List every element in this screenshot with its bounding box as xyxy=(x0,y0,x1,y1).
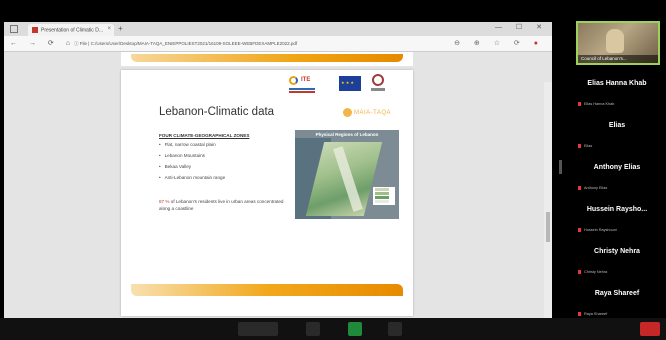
participant-sub: Elias xyxy=(578,144,592,148)
brand-logo: MAIA-TAQA xyxy=(343,108,391,117)
participant-sub-label: Christy Nehra xyxy=(584,270,608,274)
meeting-controls-bar xyxy=(0,318,666,340)
emblem-base xyxy=(371,88,385,91)
participant-sub: Raya Shareef xyxy=(578,312,607,316)
mic-muted-icon xyxy=(578,186,581,190)
chat-control[interactable] xyxy=(306,322,320,336)
participant-name: Christy Nehra xyxy=(594,248,640,255)
eu-flag-logo xyxy=(339,76,361,91)
tab-title: Presentation of Climatic D... xyxy=(41,27,103,34)
browser-toolbar-icons[interactable]: ⊖ ⊕ ☆ ⟳ ● xyxy=(454,39,544,47)
participant-sub: Elias Hanna Khab xyxy=(578,102,614,106)
slide-footer-band xyxy=(131,284,403,296)
brand-text: MAIA-TAQA xyxy=(354,110,392,117)
mic-muted-icon xyxy=(578,270,581,274)
zones-list: Flat, narrow coastal plain Lebanon Mount… xyxy=(159,142,226,186)
zoom-meeting-window: Presentation of Climatic D... × + — ☐ ✕ … xyxy=(0,0,666,340)
participant-name: Hussein Raysho... xyxy=(586,206,648,213)
nav-buttons[interactable]: ← → ⟳ ⌂ xyxy=(10,39,75,47)
panel-resize-handle[interactable] xyxy=(559,160,562,174)
participant-tile[interactable]: Hussein Raysho... Hussein Rayshouni xyxy=(574,196,660,236)
participant-tile[interactable]: Anthony Elias Anthony Elias xyxy=(574,154,660,194)
zones-heading: FOUR CLIMATE-GEOGRAPHICAL ZONES xyxy=(159,133,250,138)
participant-name: Elias Hanna Khab xyxy=(587,80,647,87)
slide-footer-band xyxy=(131,54,403,62)
pdf-page: ITE Lebanon-Climatic data MAIA-TAQA FOUR… xyxy=(121,70,413,316)
urban-note-text: of Lebanon's residents live in urban are… xyxy=(159,199,284,211)
participant-sub-label: Anthony Elias xyxy=(584,186,608,190)
emblem-seal xyxy=(372,74,384,86)
legend-swatch xyxy=(375,200,389,203)
legend-swatch xyxy=(375,188,389,191)
url-field[interactable]: ⓘ File | C:/Users/User/Desktop/MAIA-TAQA… xyxy=(70,39,400,49)
mic-muted-icon xyxy=(578,312,581,316)
participant-sub-label: Hussein Rayshouni xyxy=(584,228,617,232)
brand-dot-icon xyxy=(343,108,352,117)
list-item: Lebanon Mountains xyxy=(159,153,225,164)
participant-sub: Hussein Rayshouni xyxy=(578,228,617,232)
participant-name: Elias xyxy=(608,122,626,129)
new-tab-button[interactable]: + xyxy=(118,24,123,33)
map-legend xyxy=(373,187,395,205)
reactions-control[interactable] xyxy=(348,322,362,336)
partner-logo-lines xyxy=(289,88,315,90)
partner-logo-text: ITE xyxy=(301,77,311,83)
previous-page-bottom xyxy=(121,52,413,66)
slide-title: Lebanon-Climatic data xyxy=(159,106,275,118)
participant-tile[interactable]: Raya Shareef Raya Shareef xyxy=(574,280,660,320)
participant-sub-label: Elias Hanna Khab xyxy=(584,102,615,106)
window-controls[interactable]: — ☐ ✕ xyxy=(495,23,548,31)
participant-tile[interactable]: Elias Hanna Khab Elias Hanna Khab xyxy=(574,70,660,110)
participant-name: Raya Shareef xyxy=(594,290,640,297)
participant-name: Anthony Elias xyxy=(593,164,641,171)
apps-control[interactable] xyxy=(388,322,402,336)
shared-screen: Presentation of Climatic D... × + — ☐ ✕ … xyxy=(4,22,552,318)
browser-tabbar: Presentation of Climatic D... × + — ☐ ✕ xyxy=(4,22,552,36)
active-video-tile[interactable]: Council of Lebanon's... xyxy=(576,21,660,65)
participant-sub: Christy Nehra xyxy=(578,270,607,274)
lebanon-map-image: Physical Regions of Lebanon xyxy=(295,130,399,219)
pdf-icon xyxy=(32,27,38,33)
participant-tile[interactable]: Elias Elias xyxy=(574,112,660,152)
participant-sub: Anthony Elias xyxy=(578,186,607,190)
legend-swatch xyxy=(375,196,389,199)
toolbar-icons[interactable]: ⊖ ⊕ ☆ ⟳ xyxy=(454,40,526,47)
tab-close-icon[interactable]: × xyxy=(107,26,111,32)
urban-note: 87 % of Lebanon's residents live in urba… xyxy=(159,198,289,212)
partner-logo: ITE xyxy=(287,74,317,94)
participant-tile[interactable]: Christy Nehra Christy Nehra xyxy=(574,238,660,278)
mic-muted-icon xyxy=(578,144,581,148)
scrollbar-thumb[interactable] xyxy=(546,212,550,242)
address-bar: ← → ⟳ ⌂ ⓘ File | C:/Users/User/Desktop/M… xyxy=(4,36,552,52)
emblem-logo xyxy=(371,74,385,94)
leave-button[interactable] xyxy=(640,322,660,336)
participant-sub-label: Raya Shareef xyxy=(584,312,608,316)
map-title: Physical Regions of Lebanon xyxy=(315,132,379,137)
share-control[interactable] xyxy=(238,322,278,336)
mic-muted-icon xyxy=(578,102,581,106)
participants-panel: Council of Lebanon's... Elias Hanna Khab… xyxy=(568,18,666,340)
video-person xyxy=(606,29,624,53)
pdf-viewer[interactable]: ITE Lebanon-Climatic data MAIA-TAQA FOUR… xyxy=(4,52,552,318)
mic-muted-icon xyxy=(578,228,581,232)
list-item: Bekaa Valley xyxy=(159,164,225,175)
urban-percentage: 87 % xyxy=(159,199,170,204)
participant-sub-label: Elias xyxy=(584,144,593,148)
partner-logo-mark xyxy=(289,76,298,85)
browser-tab[interactable]: Presentation of Climatic D... × xyxy=(28,24,114,36)
list-item: Anti-Lebanon mountain range xyxy=(159,175,226,186)
profile-icon[interactable]: ● xyxy=(534,40,544,47)
video-caption: Council of Lebanon's... xyxy=(578,55,658,63)
list-item: Flat, narrow coastal plain xyxy=(159,142,225,153)
window-menu-icon[interactable] xyxy=(10,25,18,33)
legend-swatch xyxy=(375,192,389,195)
pdf-scrollbar[interactable] xyxy=(544,82,552,318)
